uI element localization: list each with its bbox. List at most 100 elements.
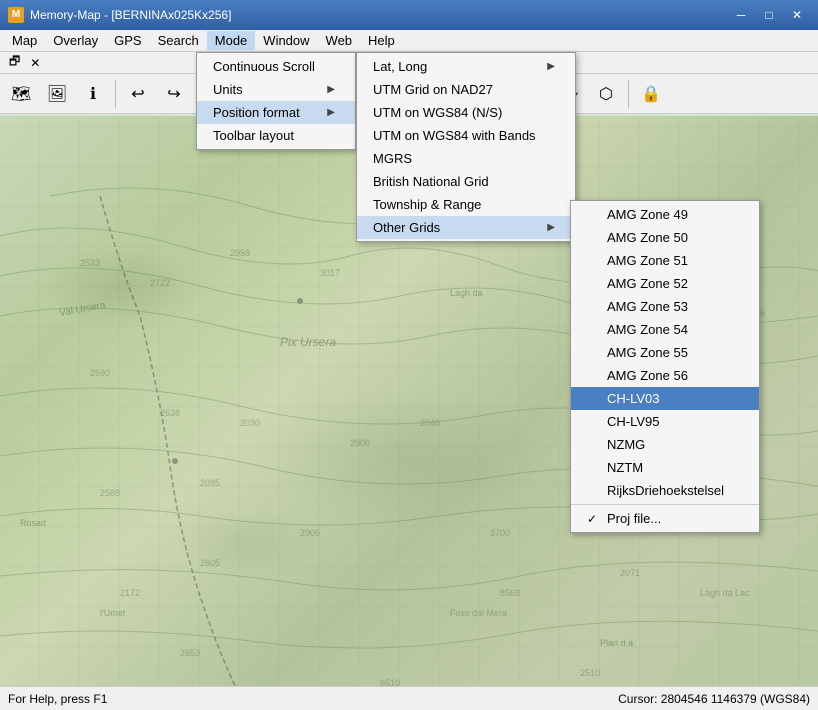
svg-text:2590: 2590 [90, 368, 110, 378]
grids-separator [571, 504, 759, 505]
amg54-label: AMG Zone 54 [607, 322, 688, 337]
svg-text:Rosad: Rosad [20, 518, 46, 528]
amg52-label: AMG Zone 52 [607, 276, 688, 291]
grid-nztm[interactable]: NZTM [571, 456, 759, 479]
lat-long-arrow-icon: ▶ [547, 61, 555, 72]
maximize-button[interactable]: □ [756, 5, 782, 25]
lock-button[interactable]: 🔒 [634, 77, 668, 111]
position-format-label: Position format [213, 105, 300, 120]
svg-text:Pix Ursera: Pix Ursera [280, 335, 336, 349]
grid-amg53[interactable]: AMG Zone 53 [571, 295, 759, 318]
grid-nzmg[interactable]: NZMG [571, 433, 759, 456]
grid-rijks[interactable]: RijksDriehoekstelsel [571, 479, 759, 502]
app-icon: M [8, 7, 24, 23]
grid-amg49[interactable]: AMG Zone 49 [571, 203, 759, 226]
sep6 [628, 80, 629, 108]
grid-amg55[interactable]: AMG Zone 55 [571, 341, 759, 364]
cursor-coords: Cursor: 2804546 1146379 (WGS84) [618, 692, 810, 706]
info-button[interactable]: ℹ [76, 77, 110, 111]
menu-search[interactable]: Search [150, 31, 207, 50]
chlv03-label: CH-LV03 [607, 391, 660, 406]
mode-units[interactable]: Units ▶ [197, 78, 355, 101]
overview-button[interactable]: 🖼 [40, 77, 74, 111]
svg-text:2046: 2046 [420, 418, 440, 428]
township-label: Township & Range [373, 197, 481, 212]
grid-chlv03[interactable]: CH-LV03 [571, 387, 759, 410]
amg56-label: AMG Zone 56 [607, 368, 688, 383]
continuous-scroll-label: Continuous Scroll [213, 59, 315, 74]
posformat-utm-wgs84-ns[interactable]: UTM on WGS84 (N/S) [357, 101, 575, 124]
grid-amg52[interactable]: AMG Zone 52 [571, 272, 759, 295]
svg-text:l'Umet: l'Umet [100, 608, 126, 618]
grid-projfile[interactable]: ✓ Proj file... [571, 507, 759, 530]
other-grids-menu: AMG Zone 49 AMG Zone 50 AMG Zone 51 AMG … [570, 200, 760, 533]
mode-continuous-scroll[interactable]: Continuous Scroll [197, 55, 355, 78]
position-format-arrow-icon: ▶ [327, 107, 335, 118]
utm-wgs84-ns-label: UTM on WGS84 (N/S) [373, 105, 502, 120]
units-arrow-icon: ▶ [327, 84, 335, 95]
projfile-check: ✓ [587, 512, 603, 526]
svg-text:6510: 6510 [380, 678, 400, 686]
posformat-british[interactable]: British National Grid [357, 170, 575, 193]
svg-text:2030: 2030 [240, 418, 260, 428]
posformat-other-grids[interactable]: Other Grids ▶ [357, 216, 575, 239]
close-button[interactable]: ✕ [784, 5, 810, 25]
toolbar-layout-label: Toolbar layout [213, 128, 294, 143]
svg-text:2653: 2653 [180, 648, 200, 658]
statusbar: For Help, press F1 Cursor: 2804546 11463… [0, 686, 818, 710]
grid-chlv95[interactable]: CH-LV95 [571, 410, 759, 433]
amg49-label: AMG Zone 49 [607, 207, 688, 222]
posformat-township[interactable]: Township & Range [357, 193, 575, 216]
minimize-button[interactable]: ─ [728, 5, 754, 25]
posformat-utm-nad27[interactable]: UTM Grid on NAD27 [357, 78, 575, 101]
menu-gps[interactable]: GPS [106, 31, 149, 50]
svg-text:2958: 2958 [230, 248, 250, 258]
posformat-mgrs[interactable]: MGRS [357, 147, 575, 170]
position-format-menu: Lat, Long ▶ UTM Grid on NAD27 UTM on WGS… [356, 52, 576, 242]
menu-overlay[interactable]: Overlay [45, 31, 106, 50]
svg-text:Foss dal Mera: Foss dal Mera [450, 608, 507, 618]
svg-text:8569: 8569 [500, 588, 520, 598]
undo-button[interactable]: ↩ [121, 77, 155, 111]
grid-amg56[interactable]: AMG Zone 56 [571, 364, 759, 387]
mode-position-format[interactable]: Position format ▶ [197, 101, 355, 124]
window-controls: ─ □ ✕ [728, 5, 810, 25]
amg50-label: AMG Zone 50 [607, 230, 688, 245]
close-btn2[interactable]: ✕ [25, 46, 45, 80]
grid-amg54[interactable]: AMG Zone 54 [571, 318, 759, 341]
grid-amg50[interactable]: AMG Zone 50 [571, 226, 759, 249]
svg-text:2172: 2172 [120, 588, 140, 598]
nzmg-label: NZMG [607, 437, 645, 452]
posformat-utm-wgs84-bands[interactable]: UTM on WGS84 with Bands [357, 124, 575, 147]
utm-nad27-label: UTM Grid on NAD27 [373, 82, 493, 97]
rijks-label: RijksDriehoekstelsel [607, 483, 724, 498]
mode-toolbar-layout[interactable]: Toolbar layout [197, 124, 355, 147]
zoom-in-button[interactable]: 🗺 [4, 77, 38, 111]
svg-text:Lagh da: Lagh da [450, 288, 483, 298]
other-grids-arrow-icon: ▶ [547, 222, 555, 233]
svg-text:2605: 2605 [200, 558, 220, 568]
svg-text:2588: 2588 [100, 488, 120, 498]
posformat-lat-long[interactable]: Lat, Long ▶ [357, 55, 575, 78]
lat-long-label: Lat, Long [373, 59, 427, 74]
menu-help[interactable]: Help [360, 31, 403, 50]
svg-text:Lagh da Lac: Lagh da Lac [700, 588, 750, 598]
restore-btn[interactable]: 🗗 [4, 46, 25, 80]
other-grids-label: Other Grids [373, 220, 440, 235]
window-title: Memory-Map - [BERNINAx025Kx256] [30, 8, 728, 22]
menu-mode[interactable]: Mode [207, 31, 256, 50]
svg-text:2071: 2071 [620, 568, 640, 578]
svg-text:2638: 2638 [160, 408, 180, 418]
area-button[interactable]: ⬡ [589, 77, 623, 111]
redo-button[interactable]: ↪ [157, 77, 191, 111]
svg-text:2510: 2510 [580, 668, 600, 678]
menu-web[interactable]: Web [318, 31, 361, 50]
amg53-label: AMG Zone 53 [607, 299, 688, 314]
sep1 [115, 80, 116, 108]
british-label: British National Grid [373, 174, 489, 189]
mgrs-label: MGRS [373, 151, 412, 166]
menu-window[interactable]: Window [255, 31, 317, 50]
units-label: Units [213, 82, 243, 97]
chlv95-label: CH-LV95 [607, 414, 660, 429]
grid-amg51[interactable]: AMG Zone 51 [571, 249, 759, 272]
